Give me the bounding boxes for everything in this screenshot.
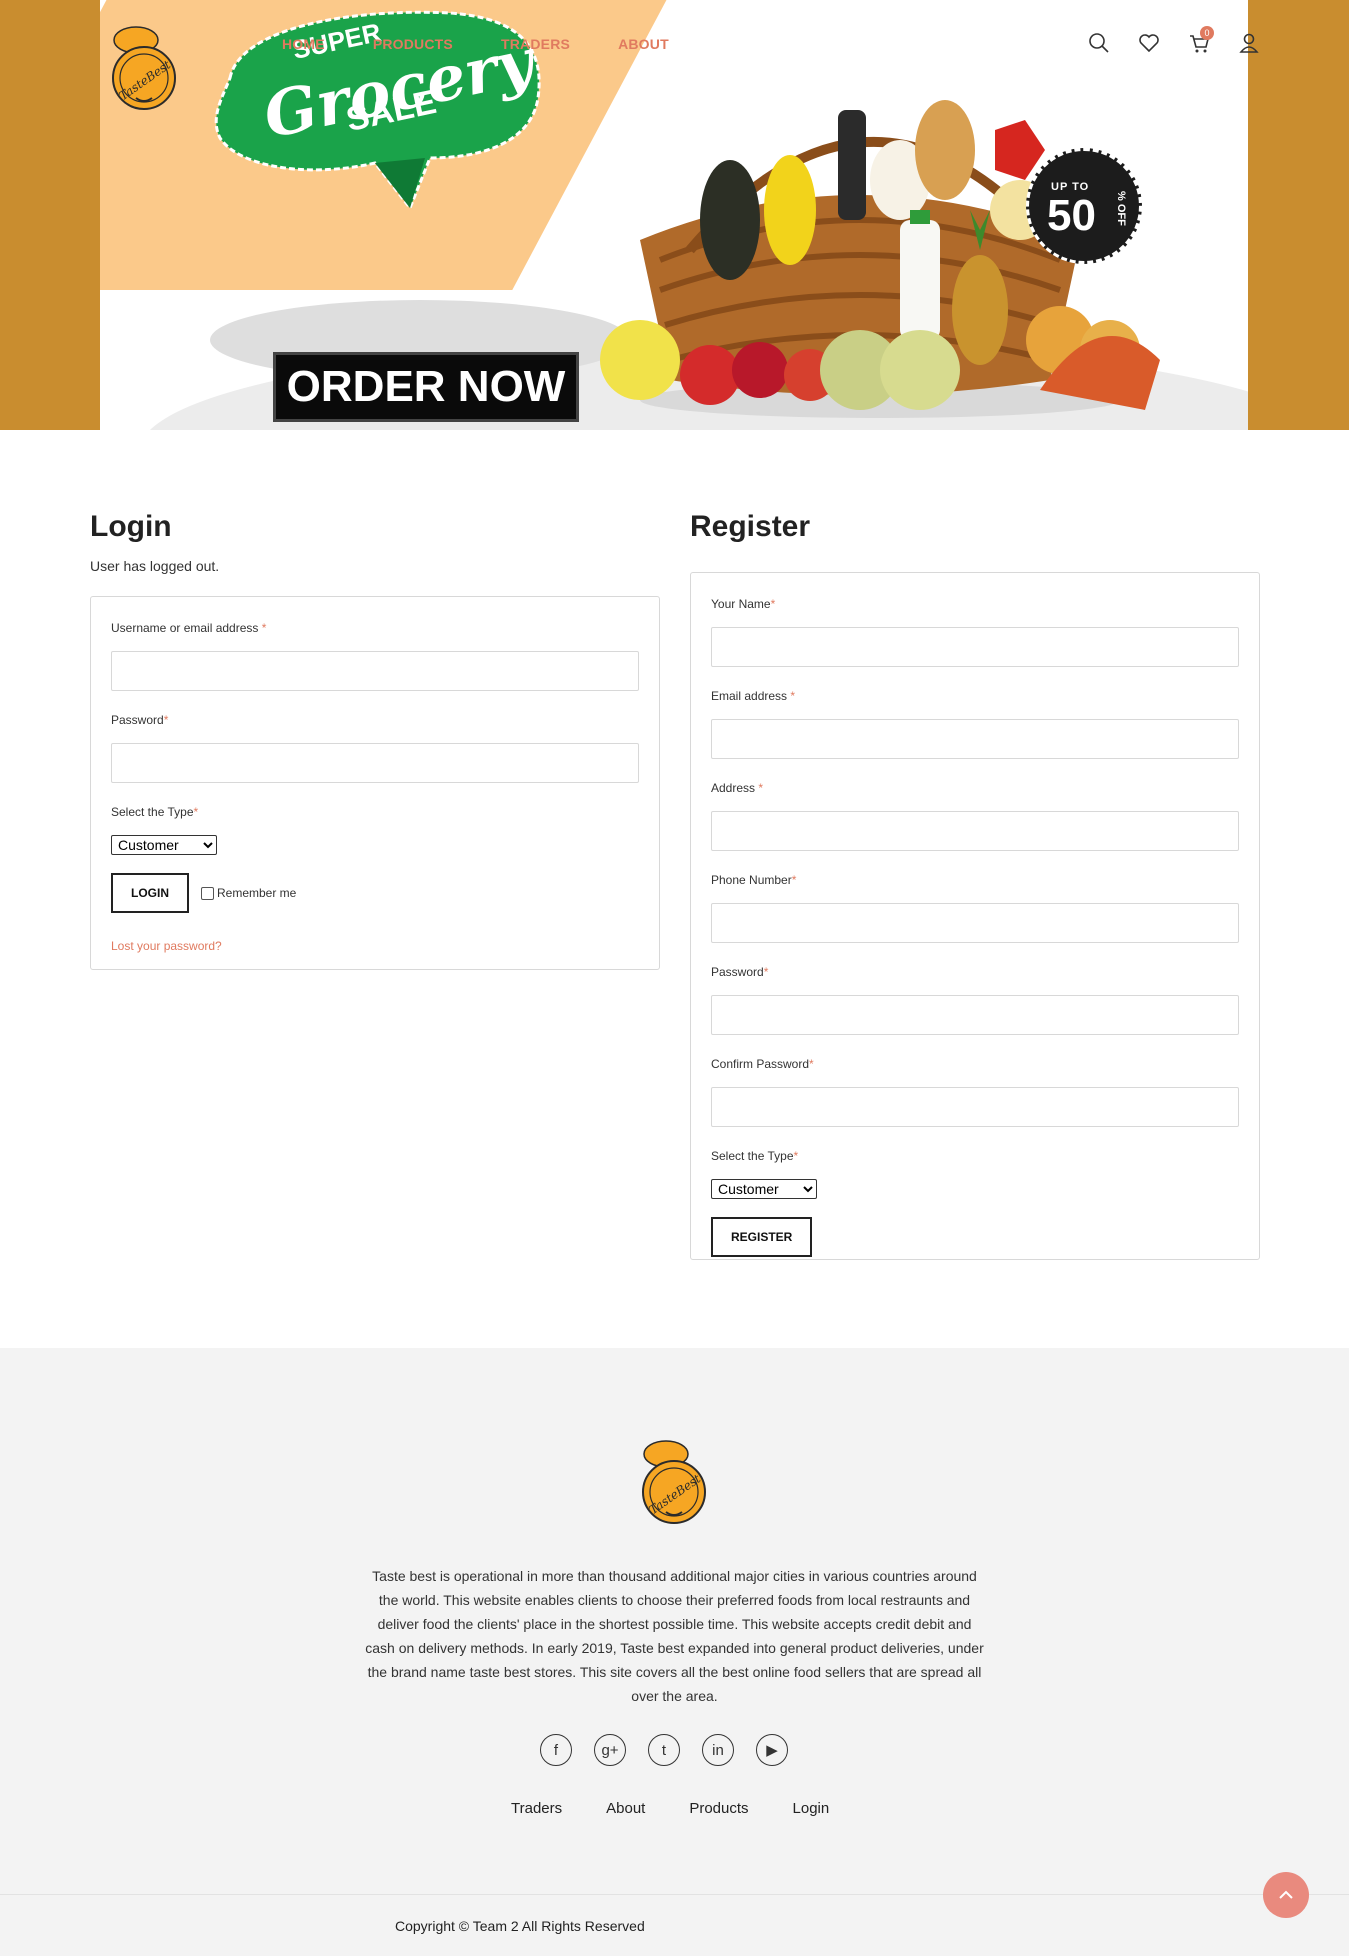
register-type-label-text: Select the Type (711, 1149, 794, 1163)
username-input[interactable] (111, 651, 639, 691)
nav-about[interactable]: ABOUT (618, 36, 669, 52)
back-to-top-button[interactable] (1263, 1872, 1309, 1918)
register-actions: REGISTER (711, 1217, 1239, 1257)
confirm-password-label: Confirm Password* (711, 1057, 1239, 1071)
order-now-button[interactable]: ORDER NOW (273, 352, 579, 422)
copyright-text: Copyright © Team 2 All Rights Reserved (395, 1918, 645, 1934)
register-card: Your Name* Email address * Address * Pho… (690, 572, 1260, 1260)
required-mark: * (758, 781, 764, 795)
name-label: Your Name* (711, 597, 1239, 611)
login-card: Username or email address * Password* Se… (90, 596, 660, 970)
footer-nav: Traders About Products Login (511, 1800, 829, 1817)
cart-count-badge: 0 (1200, 26, 1214, 40)
password-label-text: Password (111, 713, 164, 727)
address-input[interactable] (711, 811, 1239, 851)
discount-value: 50 (1047, 191, 1096, 240)
google-plus-icon[interactable]: g+ (594, 1734, 626, 1766)
required-mark: * (793, 1149, 799, 1163)
register-type-label: Select the Type* (711, 1149, 1239, 1163)
register-password-label: Password* (711, 965, 1239, 979)
register-section: Register Your Name* Email address * Addr… (690, 510, 1260, 1260)
remember-checkbox[interactable] (201, 886, 214, 900)
username-label-text: Username or email address (111, 621, 259, 635)
header-icons: 0 (1088, 26, 1260, 54)
site-footer: TasteBest Taste best is operational in m… (0, 1348, 1349, 1956)
type-label-text: Select the Type (111, 805, 194, 819)
logout-message: User has logged out. (90, 558, 220, 574)
email-input[interactable] (711, 719, 1239, 759)
type-label: Select the Type* (111, 805, 639, 819)
footer-divider (0, 1894, 1349, 1895)
register-button[interactable]: REGISTER (711, 1217, 813, 1257)
required-mark: * (790, 689, 796, 703)
phone-label: Phone Number* (711, 873, 1239, 887)
login-button[interactable]: LOGIN (111, 873, 189, 913)
nav-products[interactable]: PRODUCTS (373, 36, 453, 52)
phone-label-text: Phone Number (711, 873, 792, 887)
required-mark: * (193, 805, 199, 819)
tastebest-logo[interactable]: TasteBest (106, 22, 180, 112)
chevron-up-icon (1279, 1890, 1293, 1899)
search-icon[interactable] (1088, 32, 1110, 54)
name-label-text: Your Name (711, 597, 771, 611)
footer-link-products[interactable]: Products (689, 1800, 748, 1817)
register-password-label-text: Password (711, 965, 764, 979)
required-mark: * (763, 965, 769, 979)
required-mark: * (163, 713, 169, 727)
address-label: Address * (711, 781, 1239, 795)
address-label-text: Address (711, 781, 756, 795)
remember-label: Remember me (217, 886, 297, 900)
required-mark: * (261, 621, 267, 635)
user-icon[interactable] (1238, 32, 1260, 54)
login-type-select[interactable]: Customer (111, 835, 217, 855)
footer-logo[interactable]: TasteBest (636, 1436, 710, 1526)
username-label: Username or email address * (111, 621, 639, 635)
required-mark: * (791, 873, 797, 887)
confirm-password-input[interactable] (711, 1087, 1239, 1127)
register-type-select[interactable]: Customer (711, 1179, 817, 1199)
discount-badge: UP TO 50 % OFF (1026, 148, 1142, 264)
required-mark: * (770, 597, 776, 611)
confirm-password-label-text: Confirm Password (711, 1057, 810, 1071)
facebook-icon[interactable]: f (540, 1734, 572, 1766)
name-input[interactable] (711, 627, 1239, 667)
footer-about-text: Taste best is operational in more than t… (365, 1568, 984, 1704)
login-title: Login (90, 510, 172, 543)
linkedin-icon[interactable]: in (702, 1734, 734, 1766)
heart-icon[interactable] (1138, 32, 1160, 54)
footer-link-login[interactable]: Login (793, 1800, 830, 1817)
password-input[interactable] (111, 743, 639, 783)
nav-home[interactable]: HOME (282, 36, 325, 52)
email-label-text: Email address (711, 689, 788, 703)
discount-suffix: % OFF (1115, 191, 1127, 226)
lost-password-link[interactable]: Lost your password? (111, 939, 639, 953)
register-password-input[interactable] (711, 995, 1239, 1035)
footer-link-about[interactable]: About (606, 1800, 645, 1817)
remember-me[interactable]: Remember me (201, 886, 296, 900)
required-mark: * (809, 1057, 814, 1071)
youtube-icon[interactable]: ▶ (756, 1734, 788, 1766)
phone-input[interactable] (711, 903, 1239, 943)
nav-traders[interactable]: TRADERS (501, 36, 570, 52)
tumblr-icon[interactable]: t (648, 1734, 680, 1766)
register-title: Register (690, 510, 811, 543)
cart-button[interactable]: 0 (1188, 26, 1214, 54)
login-section: Login User has logged out. Username or e… (90, 510, 660, 970)
login-actions: LOGIN Remember me (111, 873, 639, 913)
hero-banner: SUPER Grocery SALE UP TO 50 % OFF ORDER … (0, 0, 1349, 430)
password-label: Password* (111, 713, 639, 727)
email-label: Email address * (711, 689, 1239, 703)
social-links: f g+ t in ▶ (540, 1734, 788, 1766)
footer-link-traders[interactable]: Traders (511, 1800, 562, 1817)
